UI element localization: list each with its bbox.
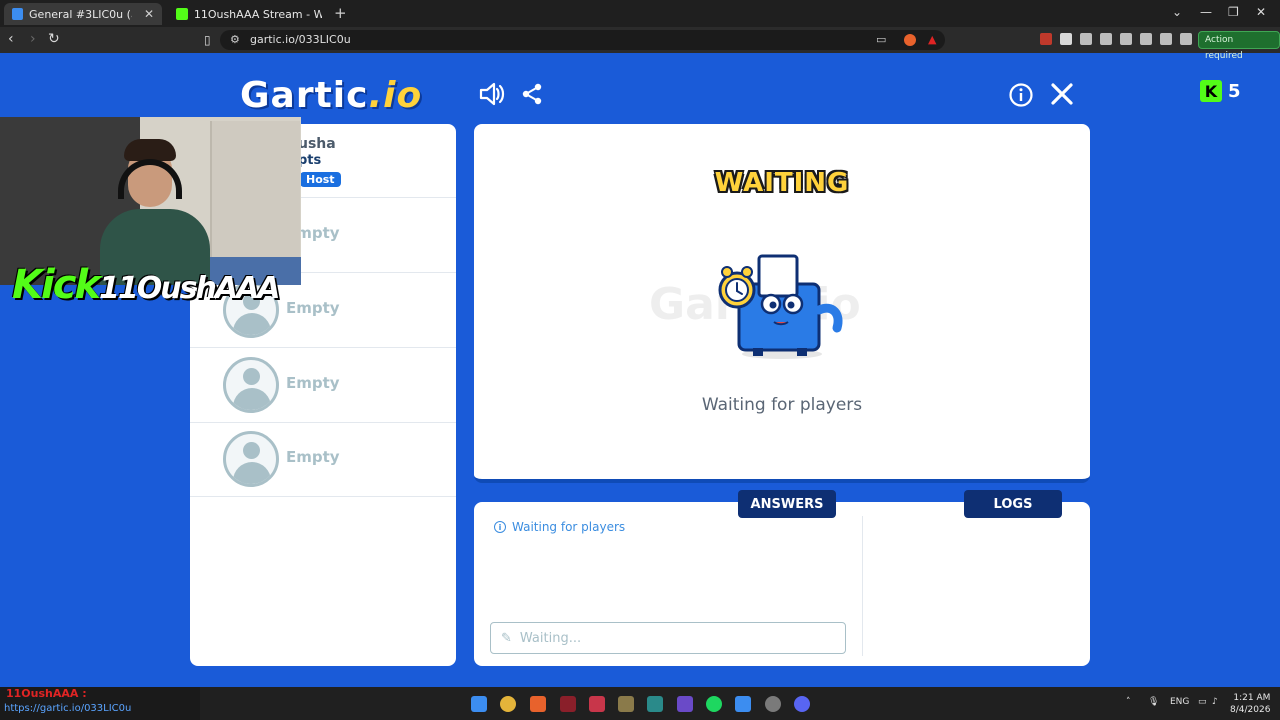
stream-chat-line: 11OushAAA : https://gartic.io/033LIC0u xyxy=(0,687,200,720)
bookmark-icon[interactable]: ▯ xyxy=(204,33,211,47)
slot-label: Empty xyxy=(286,299,340,317)
extensions-puzzle-icon[interactable] xyxy=(1080,33,1092,45)
brave-shields-icon[interactable] xyxy=(904,34,916,46)
pencil-icon: ✎ xyxy=(501,630,512,646)
stage-title: WAITING xyxy=(714,168,850,198)
player-slot: Empty xyxy=(190,348,456,423)
forward-icon[interactable]: › xyxy=(30,31,36,47)
microphone-icon[interactable]: 🎙 xyxy=(1148,697,1159,707)
streamer-webcam xyxy=(0,117,301,285)
sidebar-icon[interactable] xyxy=(1120,33,1132,45)
sound-icon[interactable] xyxy=(478,80,506,115)
extension-pen-icon[interactable] xyxy=(1040,33,1052,45)
maximize-button[interactable]: ❐ xyxy=(1228,5,1239,19)
coin-count: 5 xyxy=(1228,80,1241,102)
host-points: pts xyxy=(298,153,322,168)
answers-info-text: Waiting for players xyxy=(512,520,626,534)
host-badge: Host xyxy=(300,172,341,187)
spotify-icon[interactable] xyxy=(706,696,722,712)
zoom-icon[interactable] xyxy=(735,696,751,712)
empty-avatar-icon xyxy=(223,431,279,487)
address-bar[interactable]: ⚙ gartic.io/033LIC0u ▭ ▲ xyxy=(220,30,945,50)
obs-icon[interactable] xyxy=(765,696,781,712)
action-required-button[interactable]: Action required xyxy=(1198,31,1280,61)
back-icon[interactable]: ‹ xyxy=(8,31,14,47)
answer-input-placeholder: Waiting... xyxy=(519,630,582,646)
tab-search-icon[interactable]: ⌄ xyxy=(1172,5,1182,19)
vpn-icon[interactable] xyxy=(1180,33,1192,45)
tab-gartic[interactable]: General #3LIC0u (العربية) - Gartic ✕ xyxy=(4,3,162,25)
tab-title: 11OushAAA Stream - Watch Live on xyxy=(193,7,322,21)
app-icon[interactable] xyxy=(618,696,634,712)
info-icon[interactable] xyxy=(1008,82,1034,115)
browser-tab-bar: General #3LIC0u (العربية) - Gartic ✕ 11O… xyxy=(0,0,1280,27)
wallet-icon[interactable] xyxy=(1140,33,1152,45)
share-icon[interactable] xyxy=(520,82,544,113)
cast-icon[interactable]: ▭ xyxy=(876,33,886,46)
windows-taskbar: ˄ 🎙 ENG ▭ ♪ 1:21 AM 8/4/2026 xyxy=(200,687,1280,720)
leo-icon[interactable] xyxy=(1160,33,1172,45)
gartic-favicon-icon xyxy=(12,8,24,20)
tray-chevron-icon[interactable]: ˄ xyxy=(1126,697,1131,707)
kick-favicon-icon xyxy=(176,8,188,20)
media-icon[interactable] xyxy=(1100,33,1112,45)
network-icon[interactable]: ▭ xyxy=(1198,697,1207,707)
site-info-icon[interactable]: ⚙ xyxy=(230,33,240,46)
kick-stream-tag: Kick11OushAAA xyxy=(12,262,281,308)
app-icon[interactable] xyxy=(560,696,576,712)
answers-info: i Waiting for players xyxy=(494,520,625,534)
slot-label: Empty xyxy=(286,374,340,392)
answer-input[interactable]: ✎ Waiting... xyxy=(490,622,846,654)
empty-avatar-icon xyxy=(223,357,279,413)
info-circle-icon: i xyxy=(494,521,506,533)
volume-icon[interactable]: ♪ xyxy=(1212,697,1218,707)
brave-rewards-icon[interactable]: ▲ xyxy=(928,33,936,46)
url-text: gartic.io/033LIC0u xyxy=(250,33,351,46)
gartic-logo: Gartic.io xyxy=(240,75,423,116)
system-clock[interactable]: 1:21 AM 8/4/2026 xyxy=(1230,692,1270,716)
chrome-icon[interactable] xyxy=(500,696,516,712)
windows-start-icon[interactable] xyxy=(471,696,487,712)
waiting-mascot-icon xyxy=(707,250,857,360)
extension-folder-icon[interactable] xyxy=(1060,33,1072,45)
close-icon[interactable] xyxy=(1048,80,1076,115)
language-indicator[interactable]: ENG xyxy=(1170,697,1189,707)
kick-coin-counter: K 5 xyxy=(1200,80,1241,102)
player-slot: Empty xyxy=(190,422,456,497)
minimize-button[interactable]: — xyxy=(1200,5,1212,19)
app-icon[interactable] xyxy=(589,696,605,712)
tab-logs[interactable]: LOGS xyxy=(964,490,1062,518)
panel-divider xyxy=(862,516,863,656)
close-window-button[interactable]: ✕ xyxy=(1256,5,1266,19)
reload-icon[interactable]: ↻ xyxy=(48,31,60,47)
browser-toolbar: ‹ › ↻ ▯ ⚙ gartic.io/033LIC0u ▭ ▲ xyxy=(0,27,1280,53)
slot-label: Empty xyxy=(286,448,340,466)
answers-logs-panel: ANSWERS LOGS i Waiting for players ✎ Wai… xyxy=(474,490,1090,666)
brave-icon[interactable] xyxy=(530,696,546,712)
tab-kick-stream[interactable]: 11OushAAA Stream - Watch Live on xyxy=(168,3,330,25)
drawing-stage: Gartic.io WAITING Waiting for players xyxy=(474,124,1090,483)
app-icon[interactable] xyxy=(647,696,663,712)
new-tab-button[interactable]: + xyxy=(334,4,347,22)
stage-message: Waiting for players xyxy=(701,395,863,415)
tab-title: General #3LIC0u (العربية) - Gartic xyxy=(29,7,132,21)
chat-username: 11OushAAA : xyxy=(6,687,87,700)
host-name: usha xyxy=(298,136,336,152)
discord-icon[interactable] xyxy=(794,696,810,712)
kick-coin-icon: K xyxy=(1200,80,1222,102)
chat-message-link[interactable]: https://gartic.io/033LIC0u xyxy=(4,703,131,714)
app-icon[interactable] xyxy=(677,696,693,712)
tab-answers[interactable]: ANSWERS xyxy=(738,490,836,518)
close-icon[interactable]: ✕ xyxy=(144,7,154,21)
